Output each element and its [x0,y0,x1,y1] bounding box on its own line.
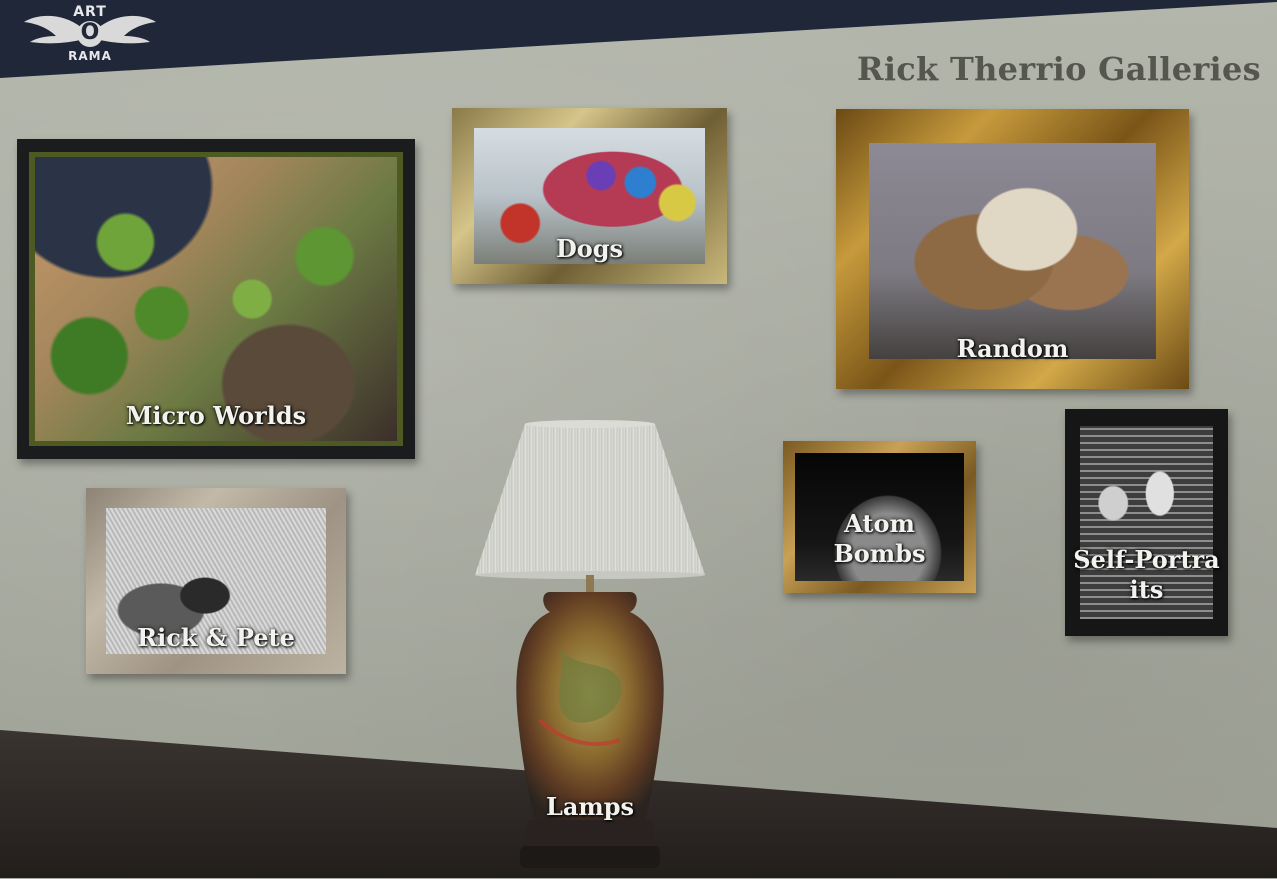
gallery-rick-and-pete[interactable]: Rick & Pete [86,488,346,674]
art-o-rama-logo[interactable]: ART O RAMA [22,2,158,66]
gallery-label: Micro Worlds [125,401,307,430]
logo-top-text: ART [73,4,107,20]
painting-image [869,143,1156,359]
gallery-atom-bombs[interactable]: Atom Bombs [783,441,976,593]
page-title: Rick Therrio Galleries [856,50,1261,88]
painting-image [35,157,397,441]
logo-bottom-text: RAMA [68,49,112,63]
gallery-lamps[interactable]: Lamps [470,420,710,875]
gallery-micro-worlds[interactable]: Micro Worlds [17,139,415,459]
gallery-dogs[interactable]: Dogs [452,108,727,284]
gallery-label: Random [956,334,1069,363]
gallery-label: Atom Bombs [833,509,926,568]
gallery-label: Self-Portraits [1073,545,1220,604]
gallery-self-portraits[interactable]: Self-Portraits [1065,409,1228,636]
logo-middle-text: O [80,20,100,45]
gallery-label: Rick & Pete [137,623,295,652]
gallery-random[interactable]: Random [836,109,1189,389]
gallery-label: Lamps [545,792,635,821]
gallery-label: Dogs [555,234,624,263]
